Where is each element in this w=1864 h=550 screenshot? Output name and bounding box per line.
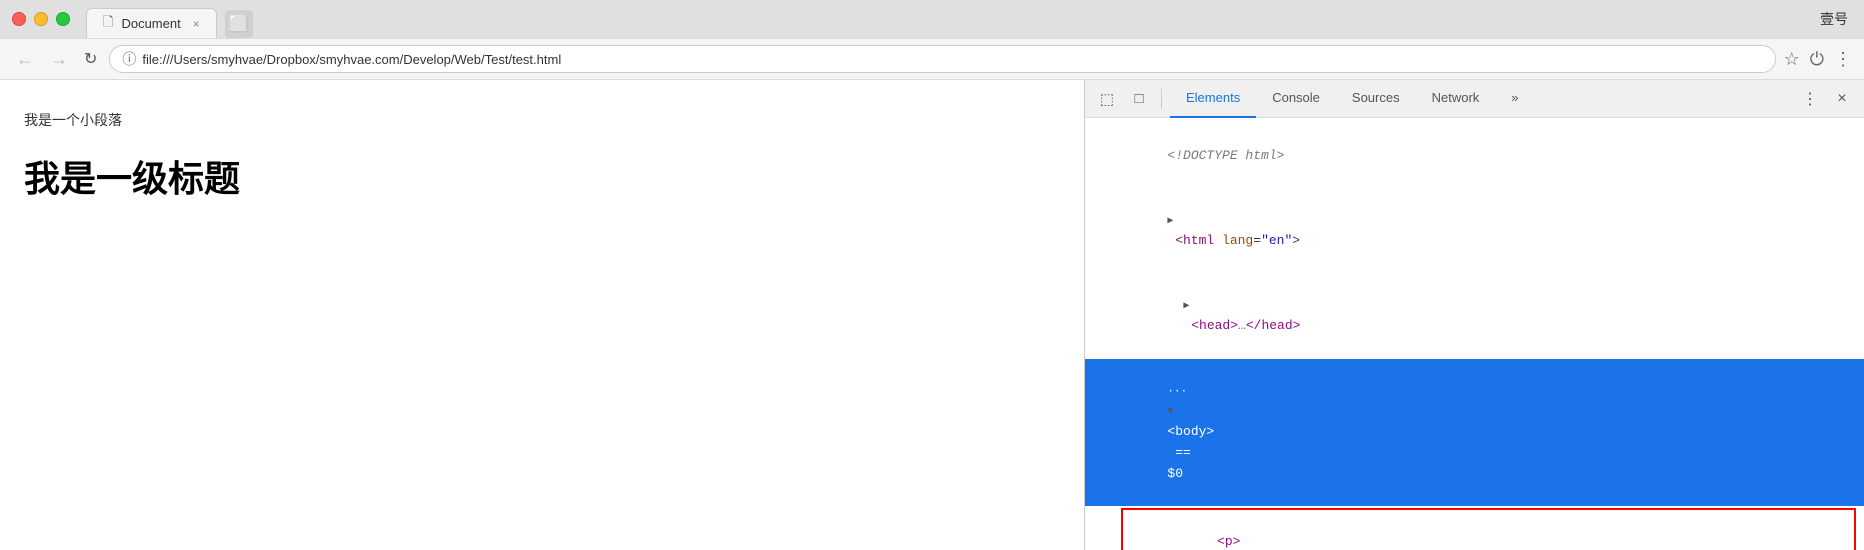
page-paragraph: 我是一个小段落: [24, 110, 1060, 130]
devtools-menu-icon: ⋮: [1802, 89, 1818, 109]
tab-title: Document: [121, 16, 180, 31]
tab-sources[interactable]: Sources: [1336, 80, 1416, 118]
back-icon: ←: [16, 49, 34, 69]
new-tab-icon: ⬜: [229, 14, 249, 34]
document-icon: 🗋: [103, 13, 113, 35]
head-collapsed: …: [1238, 318, 1246, 333]
reload-icon: ↻: [84, 51, 97, 68]
expand-icon: [1167, 212, 1173, 227]
new-tab-button[interactable]: ⬜: [225, 10, 253, 38]
equals-sign: ==: [1167, 445, 1198, 460]
html-close: >: [1292, 233, 1300, 248]
reload-button[interactable]: ↻: [80, 45, 101, 73]
page-content: 我是一个小段落 我是一级标题: [0, 80, 1084, 550]
elements-panel: <!DOCTYPE html> <html lang="en"> <head>……: [1085, 118, 1864, 550]
devtools-menu-button[interactable]: ⋮: [1796, 85, 1824, 113]
more-tabs-icon: »: [1511, 90, 1518, 105]
main-area: 我是一个小段落 我是一级标题 ⬚ □ Elements Console Sour…: [0, 80, 1864, 550]
close-button[interactable]: [12, 12, 26, 26]
devtools-tabs: Elements Console Sources Network »: [1170, 80, 1535, 118]
tab-close-button[interactable]: ×: [193, 17, 200, 31]
body-expand-icon: [1167, 403, 1181, 418]
info-icon: ⓘ: [122, 49, 136, 69]
app-name: 壹号: [1820, 9, 1848, 29]
highlighted-block: <p> 我是一个小段落 </p>: [1121, 508, 1856, 550]
menu-icon[interactable]: ⋮: [1834, 49, 1852, 70]
nav-right-icons: ☆ ⏻ ⋮: [1784, 49, 1852, 70]
power-icon[interactable]: ⏻: [1810, 49, 1824, 70]
devtools-toolbar: ⬚ □ Elements Console Sources Network: [1085, 80, 1864, 118]
html-tag: <html: [1167, 233, 1222, 248]
doctype-text: <!DOCTYPE html>: [1167, 148, 1284, 163]
p-open-tag: <p>: [1217, 534, 1240, 549]
inspect-element-button[interactable]: ⬚: [1093, 85, 1121, 113]
dots-indicator: ···: [1167, 386, 1187, 398]
forward-button[interactable]: →: [46, 45, 72, 74]
tab-more[interactable]: »: [1495, 80, 1534, 118]
body-tag: <body>: [1167, 424, 1214, 439]
minimize-button[interactable]: [34, 12, 48, 26]
devtools-close-icon: ×: [1837, 90, 1846, 108]
device-icon: □: [1134, 90, 1143, 107]
page-heading: 我是一级标题: [24, 150, 1060, 202]
tab-console[interactable]: Console: [1256, 80, 1336, 118]
devtools-panel: ⬚ □ Elements Console Sources Network: [1084, 80, 1864, 550]
toolbar-separator: [1161, 89, 1162, 109]
maximize-button[interactable]: [56, 12, 70, 26]
dollar-zero: $0: [1167, 466, 1183, 481]
back-button[interactable]: ←: [12, 45, 38, 74]
address-bar[interactable]: ⓘ file:///Users/smyhvae/Dropbox/smyhvae.…: [109, 45, 1775, 73]
head-expand-icon: [1183, 297, 1189, 312]
head-close-tag: </head>: [1246, 318, 1301, 333]
bookmark-icon[interactable]: ☆: [1784, 49, 1800, 70]
traffic-lights: [12, 12, 70, 26]
devtools-right-controls: ⋮ ×: [1796, 85, 1856, 113]
lang-value: "en": [1261, 233, 1292, 248]
tab-network[interactable]: Network: [1416, 80, 1496, 118]
p-open-line[interactable]: <p>: [1123, 510, 1854, 550]
head-tag: <head>: [1183, 318, 1238, 333]
head-line[interactable]: <head>…</head>: [1085, 274, 1864, 359]
html-open-line[interactable]: <html lang="en">: [1085, 188, 1864, 273]
navbar: ← → ↻ ⓘ file:///Users/smyhvae/Dropbox/sm…: [0, 38, 1864, 80]
inspect-icon: ⬚: [1100, 90, 1114, 108]
body-line[interactable]: ··· <body> == $0: [1085, 359, 1864, 507]
tab-bar: 🗋 Document × ⬜: [86, 0, 253, 38]
doctype-line[interactable]: <!DOCTYPE html>: [1085, 124, 1864, 188]
equals: =: [1253, 233, 1261, 248]
devtools-close-button[interactable]: ×: [1828, 85, 1856, 113]
device-toolbar-button[interactable]: □: [1125, 85, 1153, 113]
lang-attr: lang: [1222, 233, 1253, 248]
tab-elements[interactable]: Elements: [1170, 80, 1256, 118]
active-tab[interactable]: 🗋 Document ×: [86, 8, 217, 38]
address-text: file:///Users/smyhvae/Dropbox/smyhvae.co…: [142, 52, 1762, 67]
titlebar: 🗋 Document × ⬜ 壹号: [0, 0, 1864, 38]
forward-icon: →: [50, 49, 68, 69]
